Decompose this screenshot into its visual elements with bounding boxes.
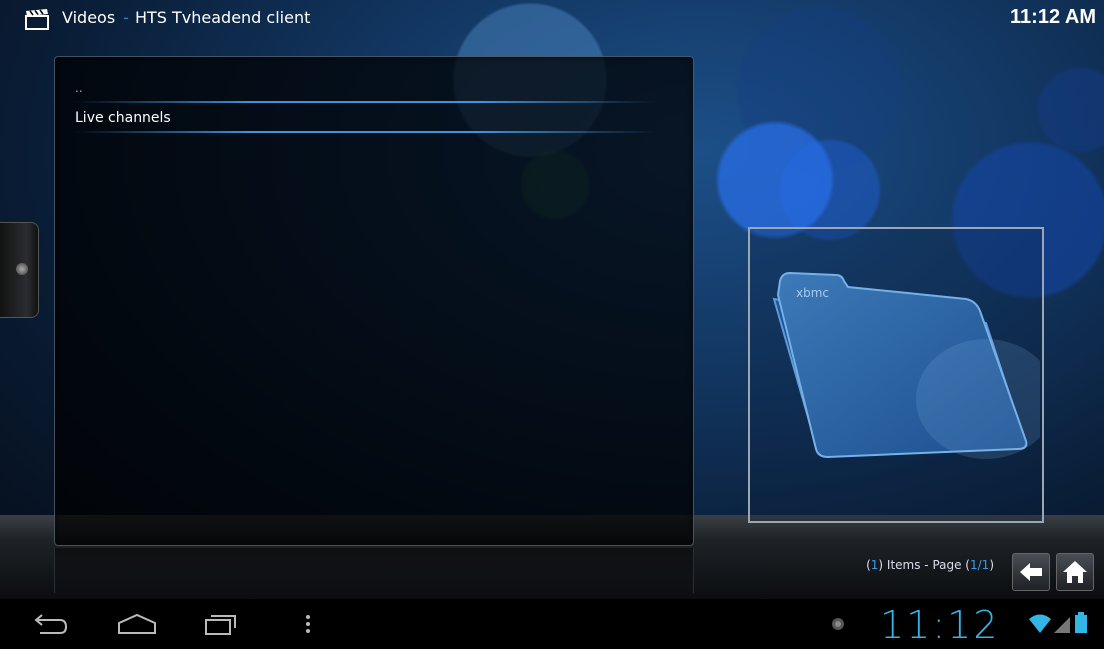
wifi-icon <box>1029 614 1051 633</box>
list-item-parent[interactable]: .. <box>75 73 655 103</box>
title-addon: HTS Tvheadend client <box>134 8 311 27</box>
clock: 11:12 AM <box>1010 6 1096 28</box>
folder-icon: xbmc <box>772 271 1040 459</box>
signal-icon <box>1054 617 1070 633</box>
title-bar: Videos - HTS Tvheadend client 11:12 AM <box>0 0 1104 38</box>
home-nav-icon[interactable] <box>116 611 158 637</box>
back-button[interactable] <box>1012 553 1050 591</box>
list-item-live-channels[interactable]: Live channels <box>75 103 655 133</box>
file-list-panel: .. Live channels <box>54 56 694 546</box>
menu-icon[interactable] <box>300 611 316 637</box>
system-clock: 11:12 <box>880 603 1000 647</box>
clapperboard-icon <box>25 9 49 30</box>
side-menu-tab[interactable] <box>0 222 39 318</box>
items-page-text: ) Items - Page ( <box>878 558 970 572</box>
items-page-close: ) <box>989 558 994 572</box>
panel-reflection <box>54 548 694 593</box>
title-section: Videos <box>62 8 116 27</box>
background-stage: Videos - HTS Tvheadend client 11:12 AM .. … <box>0 0 1104 599</box>
list-item-label: .. <box>75 81 83 95</box>
list-item-label: Live channels <box>75 110 171 126</box>
row-divider <box>75 131 655 133</box>
home-icon <box>1063 561 1087 583</box>
page-number: 1/1 <box>970 558 990 572</box>
android-system-bar: 11:12 <box>0 599 1104 649</box>
title-separator: - <box>123 8 129 27</box>
side-menu-dot-icon <box>16 263 28 275</box>
recent-apps-icon[interactable] <box>202 611 242 637</box>
thumbnail-frame: xbmc <box>748 227 1044 523</box>
folder-logo-text: xbmc <box>796 286 829 300</box>
window-title: Videos - HTS Tvheadend client <box>62 8 310 27</box>
home-button[interactable] <box>1056 553 1094 591</box>
battery-icon <box>1075 612 1087 633</box>
notification-icon[interactable] <box>830 616 846 632</box>
items-page-info: (1) Items - Page (1/1) <box>866 558 994 572</box>
back-arrow-icon <box>1020 563 1042 581</box>
back-icon[interactable] <box>30 611 70 637</box>
